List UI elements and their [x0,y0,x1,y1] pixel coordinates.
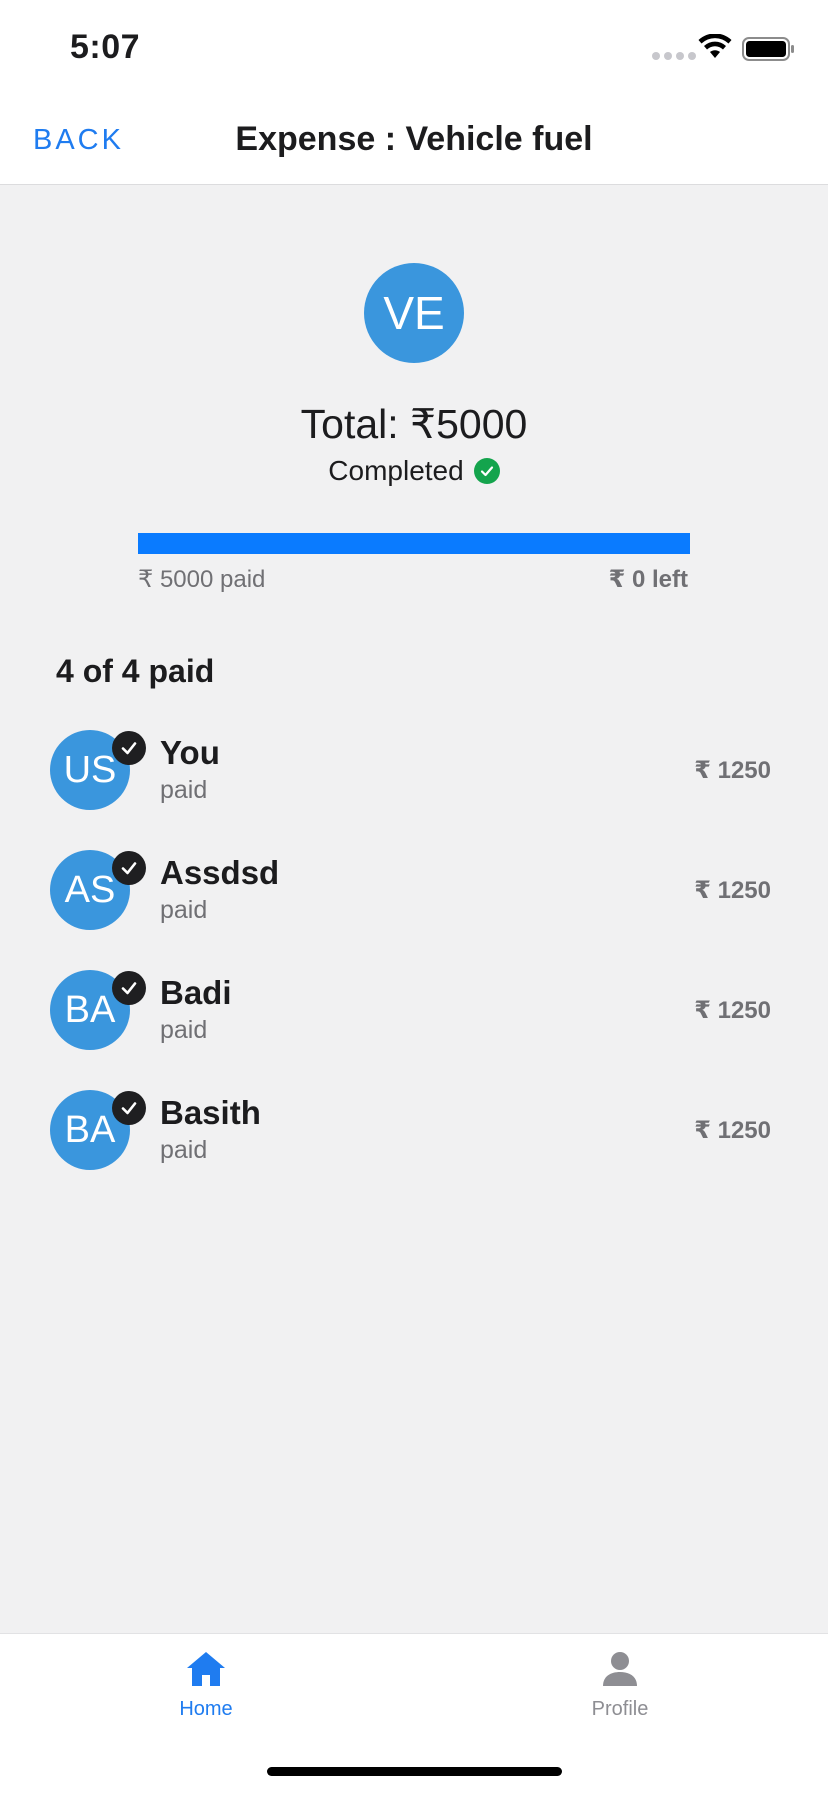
wifi-icon [698,34,732,58]
expense-status: Completed [0,455,828,487]
battery-icon [742,37,794,61]
page-title: Expense : Vehicle fuel [235,120,593,158]
payment-progress-bar [138,533,690,554]
member-list: US You paid ₹ 1250 AS Assdsd paid ₹ 1250… [0,730,828,1210]
member-row[interactable]: BA Basith paid ₹ 1250 [0,1090,828,1210]
check-circle-icon [473,458,500,484]
cellular-signal-icon [652,52,696,60]
check-badge-icon [112,971,146,1005]
tab-home-label: Home [179,1698,233,1720]
member-row[interactable]: US You paid ₹ 1250 [0,730,828,850]
member-amount: ₹ 1250 [694,997,771,1024]
check-badge-icon [112,1091,146,1125]
member-status: paid [160,776,208,804]
expense-total: Total: ₹5000 [300,401,528,447]
remaining-amount-label: ₹ 0 left [608,566,688,593]
member-status: paid [160,1136,208,1164]
member-row[interactable]: AS Assdsd paid ₹ 1250 [0,850,828,970]
payment-progress-fill [138,533,690,554]
home-indicator [267,1767,562,1776]
status-time: 5:07 [70,28,141,66]
paid-amount-label: ₹ 5000 paid [138,566,266,593]
check-badge-icon [112,731,146,765]
member-status: paid [160,1016,208,1044]
back-button[interactable]: BACK [33,124,124,157]
member-amount: ₹ 1250 [694,1117,771,1144]
home-icon [187,1652,225,1686]
member-row[interactable]: BA Badi paid ₹ 1250 [0,970,828,1090]
person-icon [603,1652,637,1686]
member-amount: ₹ 1250 [694,877,771,904]
tab-profile[interactable]: Profile [520,1650,720,1721]
check-badge-icon [112,851,146,885]
member-name: Assdsd [160,854,280,891]
paid-count-heading: 4 of 4 paid [56,653,215,689]
member-amount: ₹ 1250 [694,757,771,784]
tab-profile-label: Profile [591,1698,649,1720]
nav-bar: Expense : Vehicle fuel BACK [0,100,828,185]
status-bar: 5:07 [0,0,828,100]
member-name: Basith [160,1094,261,1131]
member-status: paid [160,896,208,924]
expense-status-label: Completed [328,455,464,486]
member-name: You [160,734,220,771]
member-name: Badi [160,974,232,1011]
tab-home[interactable]: Home [106,1650,306,1721]
expense-avatar: VE [364,263,464,363]
